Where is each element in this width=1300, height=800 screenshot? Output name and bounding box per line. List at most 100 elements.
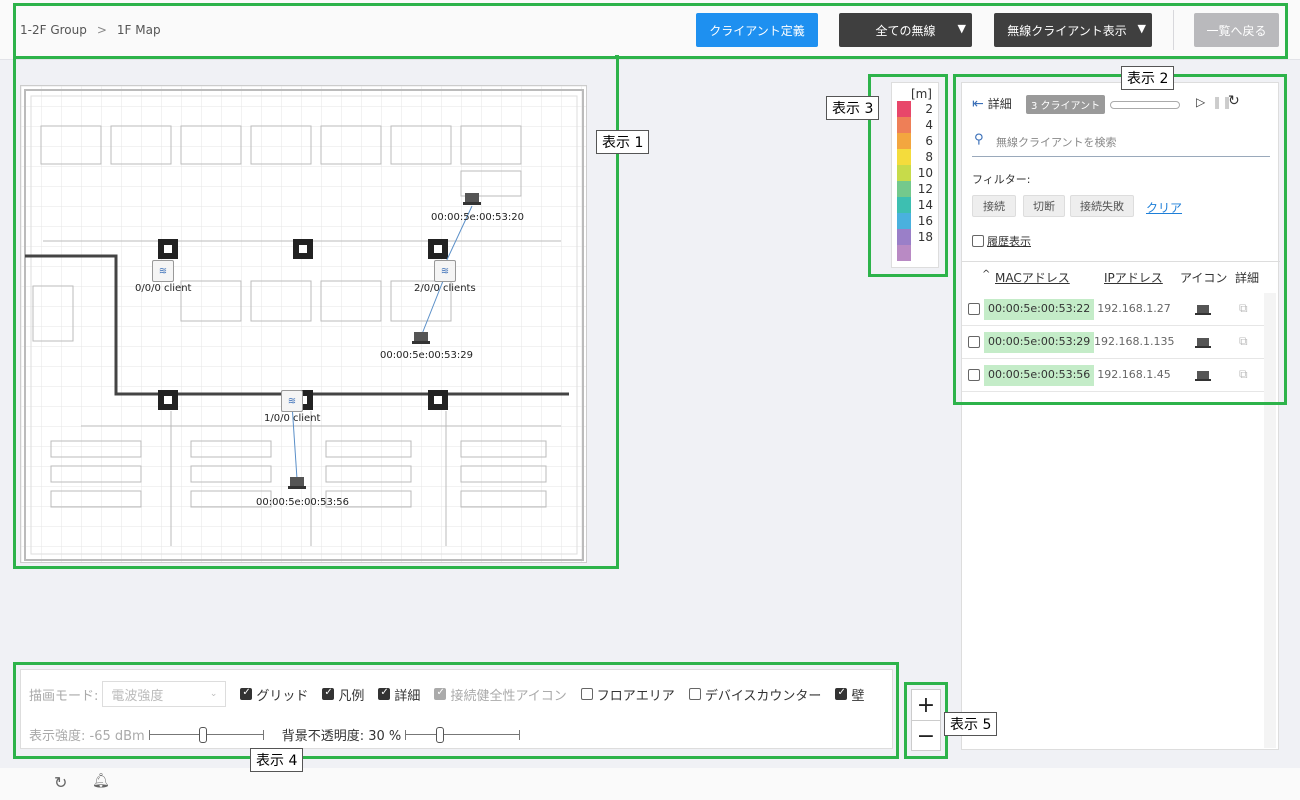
history-toggle[interactable]: 履歴表示 [972, 233, 1031, 249]
display-option[interactable]: フロアエリア [580, 685, 675, 704]
client-definition-button[interactable]: クライアント定義 [696, 13, 818, 47]
draw-mode-select[interactable]: 電波強度 ⌄ [102, 681, 227, 707]
panel-header[interactable]: ⇤ 詳細 [972, 95, 1012, 112]
timeline-bar[interactable] [1110, 101, 1180, 109]
draw-mode-value: 電波強度 [111, 688, 164, 704]
sort-indicator-icon: ^ [982, 269, 991, 280]
signal-strength-slider[interactable] [148, 726, 264, 743]
wifi-icon: ≋ [440, 265, 450, 277]
access-point-icon[interactable]: ≋ [434, 260, 456, 282]
legend-item: 2 [897, 101, 933, 117]
external-link-icon[interactable]: ⧉ [1239, 367, 1248, 382]
column-header-icon: アイコン [1180, 271, 1228, 285]
row-checkbox[interactable] [968, 336, 980, 348]
wifi-icon: ≋ [287, 395, 297, 407]
table-row[interactable]: 00:00:5e:00:53:56 192.168.1.45 ⧉ [962, 359, 1264, 392]
row-checkbox[interactable] [968, 369, 980, 381]
legend-value: 2 [925, 102, 933, 116]
option-checkbox[interactable] [580, 688, 593, 700]
legend-value: 6 [925, 134, 933, 148]
refresh-icon[interactable]: ↻ [1228, 93, 1240, 109]
legend-value: 18 [917, 230, 933, 244]
legend-item [897, 245, 911, 261]
slider-end [519, 729, 521, 740]
filter-chip-failed[interactable]: 接続失敗 [1070, 195, 1134, 217]
legend-swatch [897, 197, 911, 213]
legend-item: 8 [897, 149, 933, 165]
ap-label: 1/0/0 client [264, 413, 321, 424]
footer-bar: ↻ 🔔︎ [0, 768, 1300, 800]
access-point-icon[interactable]: ≋ [281, 390, 303, 412]
column-header-ip[interactable]: IPアドレス [1104, 269, 1163, 286]
legend-value: 8 [925, 150, 933, 164]
display-controls: 描画モード: 電波強度 ⌄ グリッド 凡例 詳細 接続健全性アイコン フロアエリア デバイ… [20, 669, 893, 749]
table-row[interactable]: 00:00:5e:00:53:29 192.168.1.135 ⧉ [962, 326, 1264, 359]
column-header-mac[interactable]: MACアドレス [995, 269, 1070, 286]
checkbox-list: グリッド 凡例 詳細 接続健全性アイコン フロアエリア デバイスカウンター 壁 [226, 685, 864, 704]
breadcrumb-group[interactable]: 1-2F Group [20, 23, 87, 37]
top-bar: 1-2F Group > 1F Map クライアント定義 全ての無線 ▼ 無線ク… [0, 0, 1300, 60]
client-display-dropdown[interactable]: 無線クライアント表示 ▼ [994, 13, 1152, 47]
refresh-icon[interactable]: ↻ [54, 773, 67, 792]
option-checkbox[interactable] [688, 688, 701, 700]
back-to-list-button[interactable]: 一覧へ戻る [1194, 13, 1279, 47]
laptop-icon [1195, 371, 1211, 381]
ap-label: 0/0/0 client [135, 283, 192, 294]
legend-swatch [897, 117, 911, 133]
filter-chip-connected[interactable]: 接続 [972, 195, 1016, 217]
table-row[interactable]: 00:00:5e:00:53:22 192.168.1.27 ⧉ [962, 293, 1264, 326]
bell-icon[interactable]: 🔔︎ [92, 773, 110, 789]
option-label: フロアエリア [596, 688, 675, 704]
legend-item: 6 [897, 133, 933, 149]
laptop-icon[interactable] [287, 476, 307, 490]
wireless-filter-dropdown[interactable]: 全ての無線 ▼ [839, 13, 972, 47]
external-link-icon[interactable]: ⧉ [1239, 301, 1248, 316]
ip-cell: 192.168.1.27 [1097, 302, 1171, 315]
slider-handle[interactable] [435, 726, 444, 743]
legend-value: 16 [917, 214, 933, 228]
display-option[interactable]: 凡例 [322, 685, 364, 704]
laptop-icon[interactable] [462, 192, 482, 206]
chevron-down-icon: ▼ [1137, 22, 1146, 35]
option-checkbox[interactable] [835, 687, 848, 700]
client-label: 00:00:5e:00:53:20 [431, 212, 524, 223]
legend-item: 14 [897, 197, 933, 213]
zoom-out-button[interactable]: − [912, 721, 940, 751]
laptop-icon [1195, 305, 1211, 315]
option-checkbox[interactable] [322, 687, 335, 700]
breadcrumb-current: 1F Map [116, 23, 161, 37]
slider-handle[interactable] [198, 726, 207, 743]
display-option[interactable]: デバイスカウンター [688, 685, 821, 704]
draw-mode-label: 描画モード: [29, 688, 99, 704]
option-checkbox[interactable] [378, 687, 391, 700]
divider [1173, 10, 1174, 50]
access-point-icon[interactable]: ≋ [152, 260, 174, 282]
option-checkbox[interactable] [240, 687, 253, 700]
ip-cell: 192.168.1.45 [1097, 368, 1171, 381]
display-option[interactable]: 詳細 [378, 685, 420, 704]
filter-label: フィルター: [972, 173, 1031, 186]
external-link-icon[interactable]: ⧉ [1239, 334, 1248, 349]
collapse-left-icon[interactable]: ⇤ [972, 96, 984, 112]
history-checkbox[interactable] [972, 235, 984, 247]
row-checkbox[interactable] [968, 303, 980, 315]
display-option[interactable]: 壁 [835, 685, 864, 704]
legend-swatch [897, 165, 911, 181]
callout-5: 表示 5 [944, 712, 998, 736]
display-option[interactable]: グリッド [240, 685, 308, 704]
laptop-icon[interactable] [411, 331, 431, 345]
legend-item: 16 [897, 213, 933, 229]
legend-swatch [897, 133, 911, 149]
zoom-in-button[interactable]: + [912, 690, 940, 720]
scrollbar[interactable] [1264, 293, 1276, 748]
client-label: 00:00:5e:00:53:29 [380, 350, 473, 361]
floor-map[interactable]: ≋ 0/0/0 client ≋ 2/0/0 clients ≋ 1/0/0 c… [20, 85, 587, 563]
play-icon[interactable]: ▷ [1196, 95, 1205, 109]
search-field[interactable]: ⚲ 無線クライアントを検索 [972, 129, 1270, 157]
ip-cell: 192.168.1.135 [1094, 335, 1175, 348]
opacity-label: 背景不透明度: 30 % [281, 729, 402, 744]
filter-chip-disconnected[interactable]: 切断 [1023, 195, 1065, 217]
history-label: 履歴表示 [987, 235, 1031, 248]
opacity-slider[interactable] [405, 726, 521, 743]
clear-filter-link[interactable]: クリア [1146, 199, 1182, 216]
